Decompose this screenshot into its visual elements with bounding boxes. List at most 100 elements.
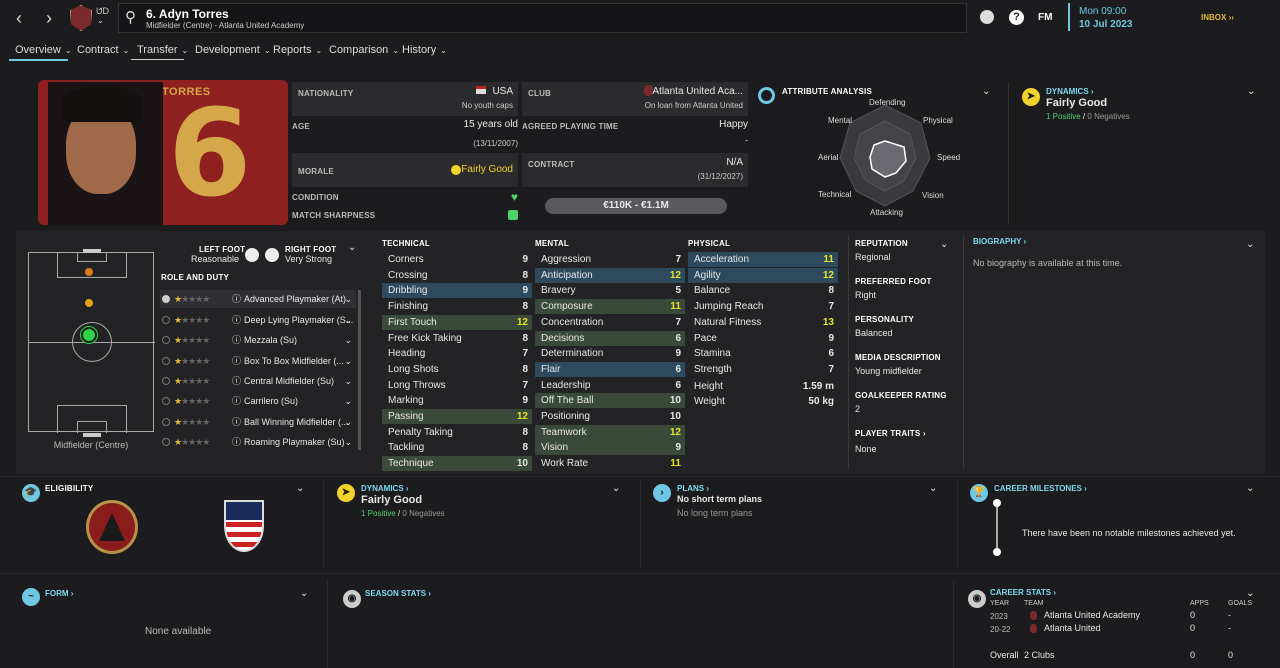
chevron-down-icon[interactable]: ⌄ bbox=[348, 242, 356, 253]
attribute-row[interactable]: Bravery 5 bbox=[535, 283, 685, 298]
career-stats-title[interactable]: CAREER STATS › bbox=[990, 588, 1056, 597]
attribute-row[interactable]: Crossing 8 bbox=[382, 268, 532, 283]
tab-contract[interactable]: Contract ⌄ bbox=[77, 44, 129, 56]
pitch[interactable] bbox=[28, 249, 155, 437]
info-icon[interactable]: ⓘ bbox=[232, 392, 241, 410]
attribute-row[interactable]: Teamwork 12 bbox=[535, 424, 685, 440]
attribute-row[interactable]: Composure 11 bbox=[535, 299, 685, 315]
attribute-row[interactable]: Stamina 6 bbox=[688, 346, 838, 361]
info-icon[interactable]: ⓘ bbox=[232, 331, 241, 349]
attribute-row[interactable]: First Touch 12 bbox=[382, 314, 532, 330]
radio-icon[interactable] bbox=[162, 418, 170, 426]
tab-development[interactable]: Development ⌄ bbox=[195, 44, 271, 56]
biography-title[interactable]: BIOGRAPHY › bbox=[973, 237, 1026, 246]
dynamics-title[interactable]: DYNAMICS › bbox=[1046, 87, 1094, 96]
dynamics-title-2[interactable]: DYNAMICS › bbox=[361, 484, 409, 493]
table-row[interactable]: 2023 Atlanta United Academy 0 - bbox=[990, 610, 1250, 623]
role-row[interactable]: ★★★★★ ⓘ Central Midfielder (Su) ⌄ bbox=[160, 372, 356, 390]
attribute-row[interactable]: Leadership 6 bbox=[535, 378, 685, 393]
role-row[interactable]: ★★★★★ ⓘ Ball Winning Midfielder (... ⌄ bbox=[160, 413, 356, 431]
season-stats-title[interactable]: SEASON STATS › bbox=[365, 589, 431, 598]
role-row[interactable]: ★★★★★ ⓘ Carrilero (Su) ⌄ bbox=[160, 392, 356, 410]
role-row[interactable]: ★★★★★ ⓘ Advanced Playmaker (At) ⌄ bbox=[160, 290, 356, 308]
info-icon[interactable]: ⓘ bbox=[232, 311, 241, 329]
role-scrollbar[interactable] bbox=[358, 290, 361, 450]
tab-overview[interactable]: Overview ⌄ bbox=[15, 44, 72, 56]
chevron-down-icon[interactable]: ⌄ bbox=[344, 352, 352, 370]
attribute-row[interactable]: Aggression 7 bbox=[535, 252, 685, 267]
role-row[interactable]: ★★★★★ ⓘ Box To Box Midfielder (... ⌄ bbox=[160, 352, 356, 370]
back-arrow-icon[interactable]: ‹ bbox=[9, 8, 29, 28]
inbox-button[interactable]: INBOX ›› bbox=[1201, 13, 1234, 22]
attribute-row[interactable]: Free Kick Taking 8 bbox=[382, 331, 532, 346]
fm-logo[interactable]: FM bbox=[1038, 12, 1052, 23]
chevron-down-icon[interactable]: ⌄ bbox=[1246, 588, 1254, 599]
attribute-row[interactable]: Acceleration 11 bbox=[688, 252, 838, 267]
attribute-row[interactable]: Natural Fitness 13 bbox=[688, 315, 838, 330]
chevron-down-icon[interactable]: ⌄ bbox=[940, 239, 948, 250]
club-card[interactable]: CLUB Atlanta United Aca... On loan from … bbox=[522, 82, 748, 116]
chevron-down-icon[interactable]: ⌄ bbox=[344, 290, 352, 308]
attribute-row[interactable]: Off The Ball 10 bbox=[535, 393, 685, 409]
chevron-down-icon[interactable]: ⌄ bbox=[344, 433, 352, 451]
attribute-row[interactable]: Finishing 8 bbox=[382, 299, 532, 314]
chevron-down-icon[interactable]: ⌄ bbox=[344, 372, 352, 390]
attribute-row[interactable]: Heading 7 bbox=[382, 346, 532, 361]
help-icon[interactable]: ? bbox=[1009, 10, 1024, 25]
attribute-row[interactable]: Vision 9 bbox=[535, 440, 685, 456]
date-label[interactable]: 10 Jul 2023 bbox=[1079, 19, 1132, 30]
player-search-bar[interactable]: ⚲ 6. Adyn Torres Midfielder (Centre) - A… bbox=[118, 3, 967, 33]
attribute-row[interactable]: Tackling 8 bbox=[382, 440, 532, 455]
info-icon[interactable]: ⓘ bbox=[232, 372, 241, 390]
chevron-down-icon[interactable]: ⌄ bbox=[344, 392, 352, 410]
radio-icon[interactable] bbox=[162, 336, 170, 344]
transfer-value-bar[interactable]: €110K - €1.1M bbox=[545, 198, 727, 214]
role-row[interactable]: ★★★★★ ⓘ Deep Lying Playmaker (S... ⌄ bbox=[160, 311, 356, 329]
info-icon[interactable]: ⓘ bbox=[232, 433, 241, 451]
attribute-row[interactable]: Work Rate 11 bbox=[535, 456, 685, 471]
chevron-up-down-icon[interactable]: ⌃ ⌄ bbox=[97, 7, 104, 25]
tab-comparison[interactable]: Comparison ⌄ bbox=[329, 44, 399, 56]
radio-icon[interactable] bbox=[162, 397, 170, 405]
chevron-down-icon[interactable]: ⌄ bbox=[344, 331, 352, 349]
attribute-row[interactable]: Passing 12 bbox=[382, 409, 532, 424]
info-icon[interactable]: ⓘ bbox=[232, 413, 241, 431]
morale-card[interactable]: MORALE Fairly Good bbox=[292, 153, 518, 187]
table-row[interactable]: 20-22 Atlanta United 0 - bbox=[990, 623, 1250, 636]
contract-card[interactable]: CONTRACT N/A (31/12/2027) bbox=[522, 153, 748, 187]
info-icon[interactable]: ⓘ bbox=[232, 290, 241, 308]
info-icon[interactable]: ⓘ bbox=[232, 352, 241, 370]
chevron-down-icon[interactable]: ⌄ bbox=[344, 311, 352, 329]
attribute-row[interactable]: Positioning 10 bbox=[535, 409, 685, 424]
attribute-row[interactable]: Pace 9 bbox=[688, 331, 838, 346]
chevron-down-icon[interactable]: ⌄ bbox=[1247, 86, 1255, 97]
nationality-card[interactable]: NATIONALITY USA No youth caps bbox=[292, 82, 518, 116]
form-title[interactable]: FORM › bbox=[45, 589, 73, 598]
forward-arrow-icon[interactable]: › bbox=[39, 8, 59, 28]
radio-selected-icon[interactable] bbox=[162, 295, 170, 303]
attribute-row[interactable]: Corners 9 bbox=[382, 252, 532, 267]
radio-icon[interactable] bbox=[162, 316, 170, 324]
attribute-row[interactable]: Long Throws 7 bbox=[382, 378, 532, 393]
role-row[interactable]: ★★★★★ ⓘ Mezzala (Su) ⌄ bbox=[160, 331, 356, 349]
chevron-down-icon[interactable]: ⌄ bbox=[344, 413, 352, 431]
tab-reports[interactable]: Reports ⌄ bbox=[273, 44, 322, 56]
attribute-row[interactable]: Anticipation 12 bbox=[535, 267, 685, 283]
milestones-title[interactable]: CAREER MILESTONES › bbox=[994, 484, 1087, 493]
tab-history[interactable]: History ⌄ bbox=[402, 44, 447, 56]
attribute-row[interactable]: Concentration 7 bbox=[535, 315, 685, 330]
attribute-row[interactable]: Flair 6 bbox=[535, 361, 685, 377]
attribute-row[interactable]: Marking 9 bbox=[382, 393, 532, 408]
attribute-row[interactable]: Penalty Taking 8 bbox=[382, 425, 532, 440]
attribute-row[interactable]: Technique 10 bbox=[382, 456, 532, 472]
radio-icon[interactable] bbox=[162, 357, 170, 365]
role-row[interactable]: ★★★★★ ⓘ Roaming Playmaker (Su) ⌄ bbox=[160, 433, 356, 451]
world-icon[interactable] bbox=[980, 10, 994, 24]
radio-icon[interactable] bbox=[162, 377, 170, 385]
tab-transfer[interactable]: Transfer ⌄ bbox=[137, 44, 188, 56]
chevron-down-icon[interactable]: ⌄ bbox=[612, 483, 620, 494]
attribute-row[interactable]: Jumping Reach 7 bbox=[688, 299, 838, 314]
attribute-row[interactable]: Strength 7 bbox=[688, 362, 838, 377]
chevron-down-icon[interactable]: ⌄ bbox=[296, 483, 304, 494]
player-traits-link[interactable]: PLAYER TRAITS › bbox=[855, 429, 955, 438]
